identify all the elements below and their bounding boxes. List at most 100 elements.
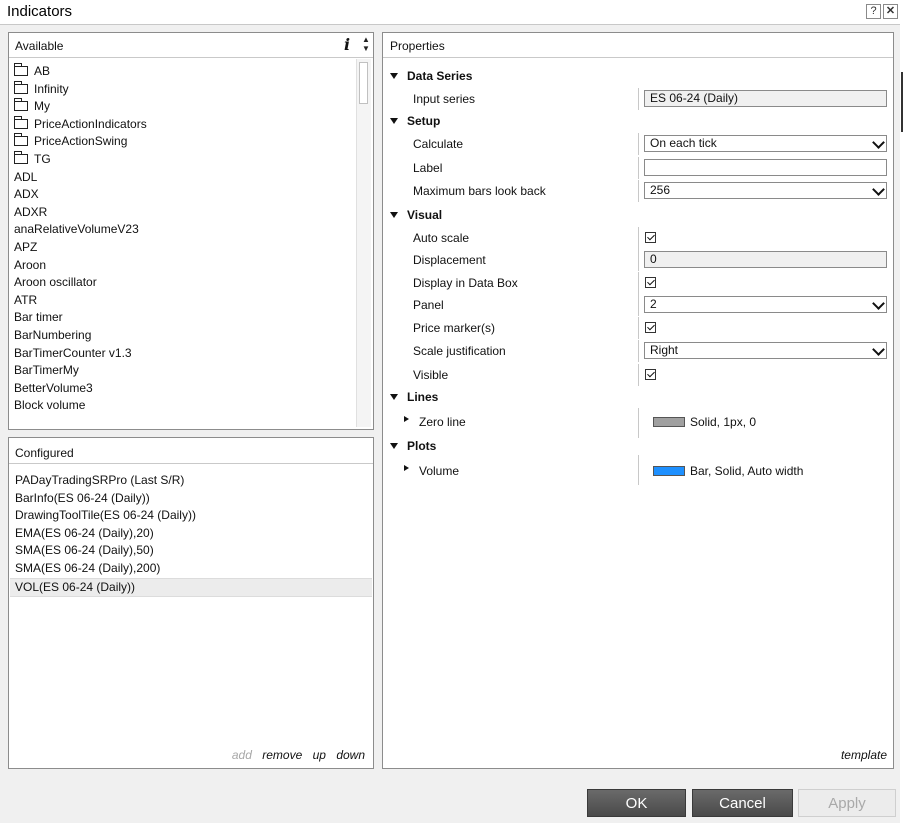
row-calculate: Calculate On each tick (383, 133, 893, 155)
indicator-item[interactable]: ADX (14, 186, 355, 204)
indicator-item[interactable]: Bar timer (14, 309, 355, 327)
indicator-item[interactable]: BarTimerCounter v1.3 (14, 345, 355, 363)
folder-icon (14, 115, 28, 129)
indicator-item[interactable]: ADXR (14, 204, 355, 222)
label-label: Label (413, 161, 443, 175)
row-volume[interactable]: Volume Bar, Solid, Auto width (383, 455, 893, 485)
collapse-icon[interactable] (390, 443, 398, 449)
configured-item[interactable]: EMA(ES 06-24 (Daily),20) (10, 525, 372, 543)
configured-item[interactable]: PADayTradingSRPro (Last S/R) (10, 472, 372, 490)
indicator-item[interactable]: anaRelativeVolumeV23 (14, 221, 355, 239)
indicator-item[interactable]: BarTimerMy (14, 362, 355, 380)
column-divider[interactable] (638, 317, 639, 339)
configured-item[interactable]: SMA(ES 06-24 (Daily),50) (10, 542, 372, 560)
row-panel: Panel 2 (383, 294, 893, 316)
row-scale-justification: Scale justification Right (383, 340, 893, 362)
collapse-icon[interactable] (390, 73, 398, 79)
volume-color-swatch[interactable] (653, 466, 685, 476)
price-marker-checkbox[interactable] (645, 322, 656, 333)
zero-line-color-swatch[interactable] (653, 417, 685, 427)
column-divider[interactable] (638, 227, 639, 249)
up-button[interactable]: up (313, 748, 326, 762)
indicator-item[interactable]: Block volume (14, 397, 355, 415)
scale-justification-value: Right (650, 343, 679, 357)
down-arrow-icon[interactable]: ▼ (360, 44, 372, 53)
add-button[interactable]: add (232, 748, 252, 762)
displacement-input[interactable]: 0 (644, 251, 887, 268)
section-plots[interactable]: Plots (383, 435, 893, 457)
data-box-checkbox[interactable] (645, 277, 656, 288)
section-lines[interactable]: Lines (383, 386, 893, 408)
down-button[interactable]: down (336, 748, 365, 762)
indicator-item[interactable]: ATR (14, 292, 355, 310)
sort-spinner[interactable]: ▲ ▼ (360, 35, 372, 55)
folder-item[interactable]: Infinity (14, 80, 355, 99)
indicator-item[interactable]: ADL (14, 169, 355, 187)
folder-item[interactable]: My (14, 98, 355, 116)
panel-dropdown[interactable]: 2 (644, 296, 887, 313)
column-divider[interactable] (638, 455, 639, 485)
available-scrollbar[interactable] (356, 59, 371, 427)
scrollbar-thumb[interactable] (359, 62, 368, 104)
configured-item[interactable]: VOL(ES 06-24 (Daily)) (10, 577, 372, 598)
apply-button[interactable]: Apply (798, 789, 896, 817)
max-bars-dropdown[interactable]: 256 (644, 182, 887, 199)
visible-checkbox[interactable] (645, 369, 656, 380)
folder-item[interactable]: PriceActionIndicators (14, 115, 355, 134)
column-divider[interactable] (638, 294, 639, 316)
help-button[interactable]: ? (866, 4, 881, 19)
collapse-icon[interactable] (390, 118, 398, 124)
indicator-item[interactable]: APZ (14, 239, 355, 257)
folder-item[interactable]: TG (14, 150, 355, 169)
column-divider[interactable] (638, 133, 639, 155)
cancel-button[interactable]: Cancel (692, 789, 793, 817)
indicator-item[interactable]: Aroon oscillator (14, 274, 355, 292)
input-series-field[interactable]: ES 06-24 (Daily) (644, 90, 887, 107)
section-data-series[interactable]: Data Series (383, 65, 893, 87)
column-divider[interactable] (638, 249, 639, 271)
column-divider[interactable] (638, 364, 639, 386)
auto-scale-checkbox[interactable] (645, 232, 656, 243)
template-link[interactable]: template (841, 748, 887, 762)
folder-item[interactable]: AB (14, 63, 355, 81)
ok-button[interactable]: OK (587, 789, 686, 817)
auto-scale-label: Auto scale (413, 231, 470, 245)
section-title: Data Series (407, 69, 473, 83)
configured-item[interactable]: BarInfo(ES 06-24 (Daily)) (10, 490, 372, 508)
label-input[interactable] (644, 159, 887, 176)
expand-icon[interactable] (404, 416, 409, 422)
row-input-series: Input series ES 06-24 (Daily) (383, 88, 893, 110)
row-zero-line[interactable]: Zero line Solid, 1px, 0 (383, 408, 893, 438)
available-panel: Available i ▲ ▼ AB Infinity My PriceActionI… (8, 32, 374, 430)
folder-item[interactable]: PriceActionSwing (14, 133, 355, 151)
up-arrow-icon[interactable]: ▲ (360, 35, 372, 44)
column-divider[interactable] (638, 180, 639, 202)
collapse-icon[interactable] (390, 212, 398, 218)
section-title: Setup (407, 114, 441, 128)
section-title: Visual (407, 208, 443, 222)
column-divider[interactable] (638, 88, 639, 110)
column-divider[interactable] (638, 408, 639, 438)
column-divider[interactable] (638, 272, 639, 294)
folder-label: AB (34, 64, 51, 78)
info-icon[interactable]: i (344, 35, 350, 54)
indicator-item[interactable]: BarNumbering (14, 327, 355, 345)
indicator-item[interactable]: BetterVolume3 (14, 380, 355, 398)
column-divider[interactable] (638, 340, 639, 362)
calculate-dropdown[interactable]: On each tick (644, 135, 887, 152)
configured-item[interactable]: SMA(ES 06-24 (Daily),200) (10, 560, 372, 578)
remove-button[interactable]: remove (262, 748, 302, 762)
expand-icon[interactable] (404, 465, 409, 471)
configured-header: Configured (9, 438, 373, 464)
configured-item[interactable]: DrawingToolTile(ES 06-24 (Daily)) (10, 507, 372, 525)
close-button[interactable]: ✕ (883, 4, 898, 19)
section-visual[interactable]: Visual (383, 204, 893, 226)
row-displacement: Displacement 0 (383, 249, 893, 271)
chevron-down-icon (872, 183, 885, 196)
indicator-item[interactable]: Aroon (14, 257, 355, 275)
scale-justification-dropdown[interactable]: Right (644, 342, 887, 359)
section-setup[interactable]: Setup (383, 110, 893, 132)
column-divider[interactable] (638, 157, 639, 179)
folder-label: My (34, 99, 50, 114)
collapse-icon[interactable] (390, 394, 398, 400)
